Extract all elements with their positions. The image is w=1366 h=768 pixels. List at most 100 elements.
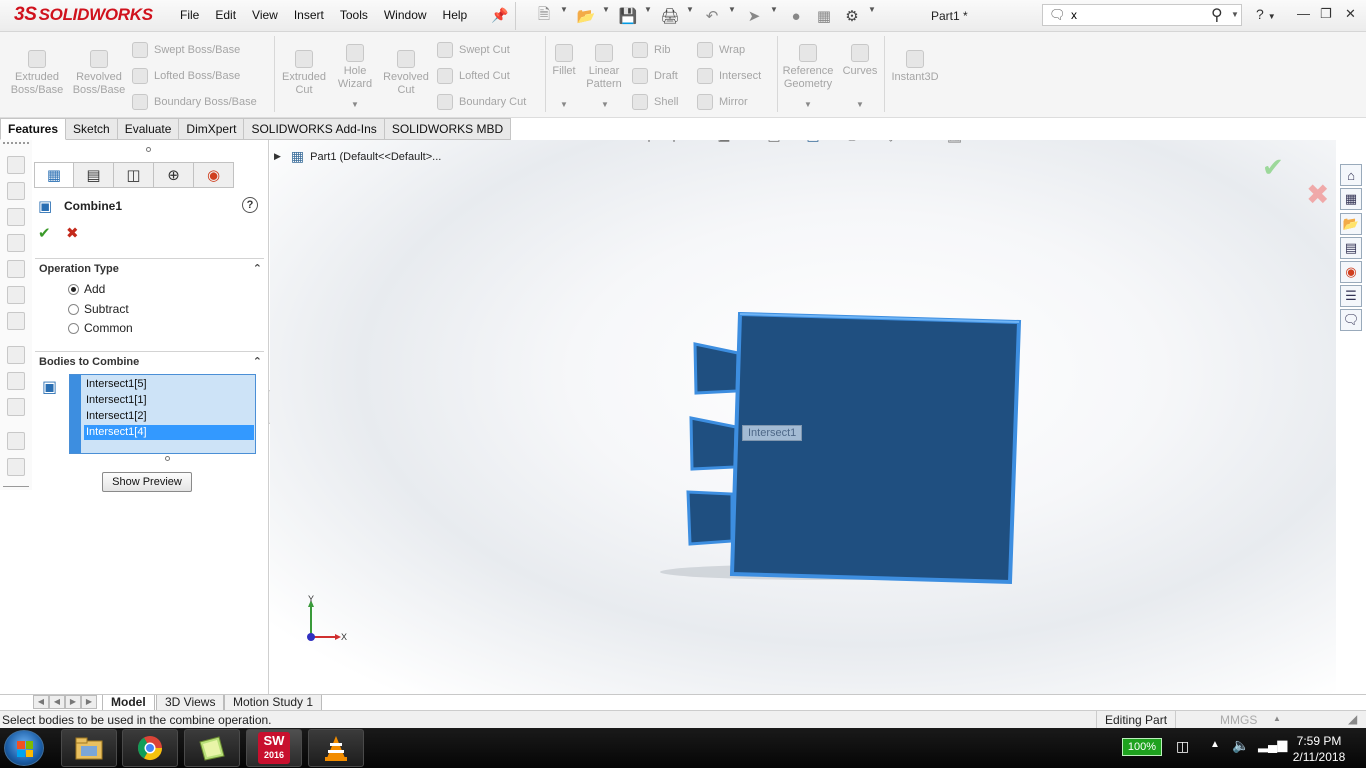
select-pointer-icon[interactable]: ➤ [742,5,766,27]
menu-help[interactable]: Help [443,8,468,22]
chevron-down-icon[interactable]: ▼ [351,100,359,109]
sketch-icon[interactable] [7,372,25,390]
intersect-button[interactable]: Intersect [697,68,761,84]
boundary-cut-button[interactable]: Boundary Cut [437,94,526,110]
list-item[interactable]: Intersect1[2] [84,409,254,424]
model-view[interactable] [270,140,1336,694]
appearances-icon[interactable]: ◉ [1340,261,1362,283]
radio-dot[interactable] [68,322,79,334]
list-item-selected[interactable]: Intersect1[4] [84,425,254,440]
fillet-button[interactable]: Fillet [548,44,580,78]
tab-middle[interactable] [689,416,738,471]
chevron-down-icon[interactable]: ▼ [868,5,878,27]
dimxpert-manager-tab-icon[interactable]: ⊕ [154,162,194,188]
tab-features[interactable]: Features [0,118,67,140]
chevron-down-icon[interactable]: ▼ [601,100,609,109]
extruded-boss-button[interactable]: Extruded Boss/Base [8,50,66,97]
revolved-cut-button[interactable]: Revolved Cut [380,50,432,97]
main-plate[interactable] [729,311,1022,585]
forum-icon[interactable]: 🗨 [1340,309,1362,331]
file-explorer-taskbar-button[interactable] [61,729,117,767]
restore-icon[interactable]: ❐ [1320,6,1332,22]
bodies-to-combine-header[interactable]: Bodies to Combine ⌃ [35,351,264,371]
clock[interactable]: 7:59 PM 2/11/2018 [1286,733,1352,765]
chevron-down-icon[interactable]: ▼ [728,5,738,27]
show-preview-button[interactable]: Show Preview [102,472,192,492]
search-icon[interactable]: ⚲ [1211,5,1223,25]
solidworks-taskbar-button[interactable]: SW 2016 [246,729,302,767]
network-adapter-icon[interactable]: ◫ [1176,738,1189,755]
reference-geometry-button[interactable]: Reference Geometry [780,44,836,91]
radio-subtract[interactable]: Subtract [68,302,129,316]
show-hidden-icons-icon[interactable]: ▲ [1210,739,1220,750]
resize-grip-icon[interactable]: ◢ [1348,712,1357,726]
swept-cut-button[interactable]: Swept Cut [437,42,510,58]
open-folder-icon[interactable]: 📂 [574,5,598,27]
display-manager-tab-icon[interactable]: ◉ [194,162,234,188]
previous-tab-icon[interactable]: ◀ [49,695,65,709]
chevron-down-icon[interactable]: ▼ [560,5,570,27]
list-resize-grip[interactable] [165,456,170,461]
tab-evaluate[interactable]: Evaluate [117,118,180,140]
chevron-up-icon[interactable]: ⌃ [253,352,262,372]
feature-icon[interactable] [7,286,25,304]
tab-model[interactable]: Model [102,695,155,711]
ok-check-icon[interactable]: ✔ [38,224,51,242]
gear-icon[interactable]: ⚙ [840,5,864,27]
rebuild-icon[interactable]: ● [784,5,808,27]
chevron-down-icon[interactable]: ▼ [686,5,696,27]
boundary-boss-button[interactable]: Boundary Boss/Base [132,94,257,110]
mirror-button[interactable]: Mirror [697,94,748,110]
list-item[interactable]: Intersect1[1] [84,393,254,408]
radio-common[interactable]: Common [68,321,133,335]
rib-button[interactable]: Rib [632,42,671,58]
tab-dimxpert[interactable]: DimXpert [179,118,245,140]
feature-icon[interactable] [7,182,25,200]
panel-grip[interactable] [146,147,151,152]
menu-view[interactable]: View [252,8,278,22]
feature-icon[interactable] [7,208,25,226]
lofted-boss-button[interactable]: Lofted Boss/Base [132,68,240,84]
chevron-down-icon[interactable]: ▼ [804,100,812,109]
revolved-boss-button[interactable]: Revolved Boss/Base [70,50,128,97]
design-library-icon[interactable]: ▦ [1340,188,1362,210]
minimize-icon[interactable]: — [1297,6,1310,21]
feature-icon[interactable] [7,156,25,174]
feature-manager-tab-icon[interactable]: ▦ [34,162,74,188]
help-icon[interactable]: ? [242,197,258,213]
new-document-icon[interactable]: 🗎 [532,5,556,27]
chevron-down-icon[interactable]: ▼ [770,5,780,27]
feature-icon[interactable] [7,234,25,252]
home-icon[interactable]: ⌂ [1340,164,1362,186]
undo-icon[interactable]: ↶ [700,5,724,27]
save-icon[interactable]: 💾 [616,5,640,27]
bodies-selection-list[interactable]: Intersect1[5] Intersect1[1] Intersect1[2… [69,374,256,454]
feature-icon[interactable] [7,458,25,476]
list-item[interactable]: Intersect1[5] [84,377,254,392]
lofted-cut-button[interactable]: Lofted Cut [437,68,510,84]
graphics-area[interactable]: ▶ ▦ Part1 (Default<<Default>... ⚲ ⚲ ✎ ◪ … [270,140,1336,694]
menu-file[interactable]: File [180,8,199,22]
menu-edit[interactable]: Edit [215,8,236,22]
property-manager-tab-icon[interactable]: ▤ [74,162,114,188]
curves-button[interactable]: Curves [840,44,880,78]
tab-3d-views[interactable]: 3D Views [156,695,225,711]
operation-type-header[interactable]: Operation Type ⌃ [35,258,264,278]
radio-dot[interactable] [68,283,79,295]
tab-lower[interactable] [686,490,734,546]
chevron-down-icon[interactable]: ▼ [1231,10,1241,19]
reference-triad[interactable]: Y X [300,595,350,645]
extruded-cut-button[interactable]: Extruded Cut [278,50,330,97]
tab-solidworks-mbd[interactable]: SOLIDWORKS MBD [384,118,512,140]
start-button[interactable] [4,730,44,766]
tab-solidworks-add-ins[interactable]: SOLIDWORKS Add-Ins [244,118,385,140]
chevron-down-icon[interactable]: ▼ [644,5,654,27]
search-input[interactable] [1071,7,1206,23]
shell-button[interactable]: Shell [632,94,678,110]
next-tab-icon[interactable]: ▶ [65,695,81,709]
feature-icon[interactable] [7,312,25,330]
menu-insert[interactable]: Insert [294,8,324,22]
tab-upper[interactable] [693,342,740,395]
chevron-up-icon[interactable]: ▲ [1273,714,1281,723]
sketch-icon[interactable] [7,398,25,416]
